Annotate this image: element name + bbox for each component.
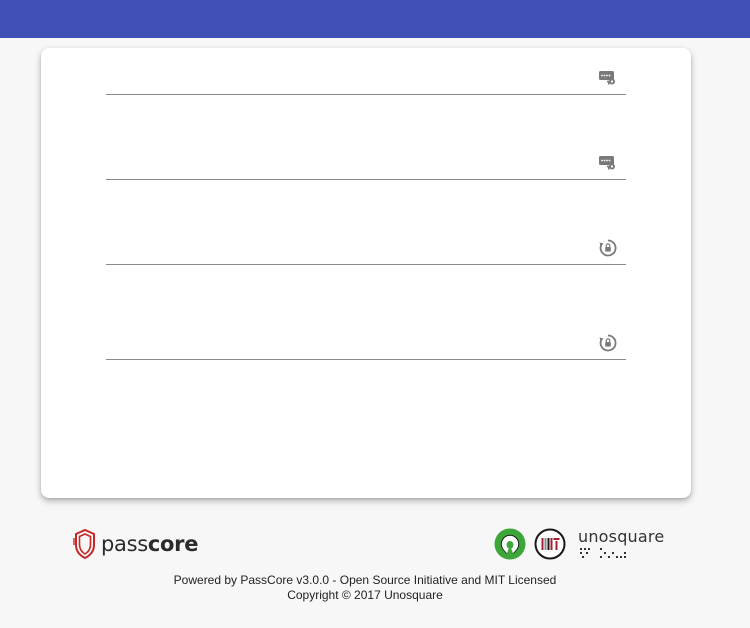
username-field-container — [106, 54, 626, 95]
new-password-field-container — [106, 224, 626, 265]
password-field-icon[interactable] — [598, 153, 618, 173]
unosquare-wordmark: unosquare — [578, 527, 665, 546]
confirm-password-input[interactable] — [106, 331, 586, 357]
change-password-card — [41, 48, 691, 498]
mit-logo[interactable] — [534, 528, 566, 560]
app-bar — [0, 0, 750, 38]
partner-logos: unosquare — [494, 527, 668, 561]
lock-reset-icon[interactable] — [598, 238, 618, 258]
password-field-icon[interactable] — [598, 68, 618, 88]
osi-logo[interactable] — [494, 528, 526, 560]
unosquare-logo[interactable]: unosquare — [578, 527, 668, 561]
passcore-logo[interactable]: passcore — [73, 528, 198, 560]
current-password-field-container — [106, 139, 626, 180]
lock-reset-icon[interactable] — [598, 333, 618, 353]
passcore-shield-icon — [73, 528, 95, 560]
new-password-input[interactable] — [106, 236, 586, 262]
username-input[interactable] — [106, 66, 586, 92]
current-password-input[interactable] — [106, 151, 586, 177]
unosquare-dots-icon — [580, 548, 626, 558]
copyright-text: Copyright © 2017 Unosquare — [287, 588, 443, 602]
passcore-wordmark: passcore — [101, 532, 199, 556]
confirm-password-field-container — [106, 319, 626, 360]
footer-text: Powered by PassCore v3.0.0 - Open Source… — [0, 573, 730, 603]
powered-by-text: Powered by PassCore v3.0.0 - Open Source… — [173, 573, 557, 587]
